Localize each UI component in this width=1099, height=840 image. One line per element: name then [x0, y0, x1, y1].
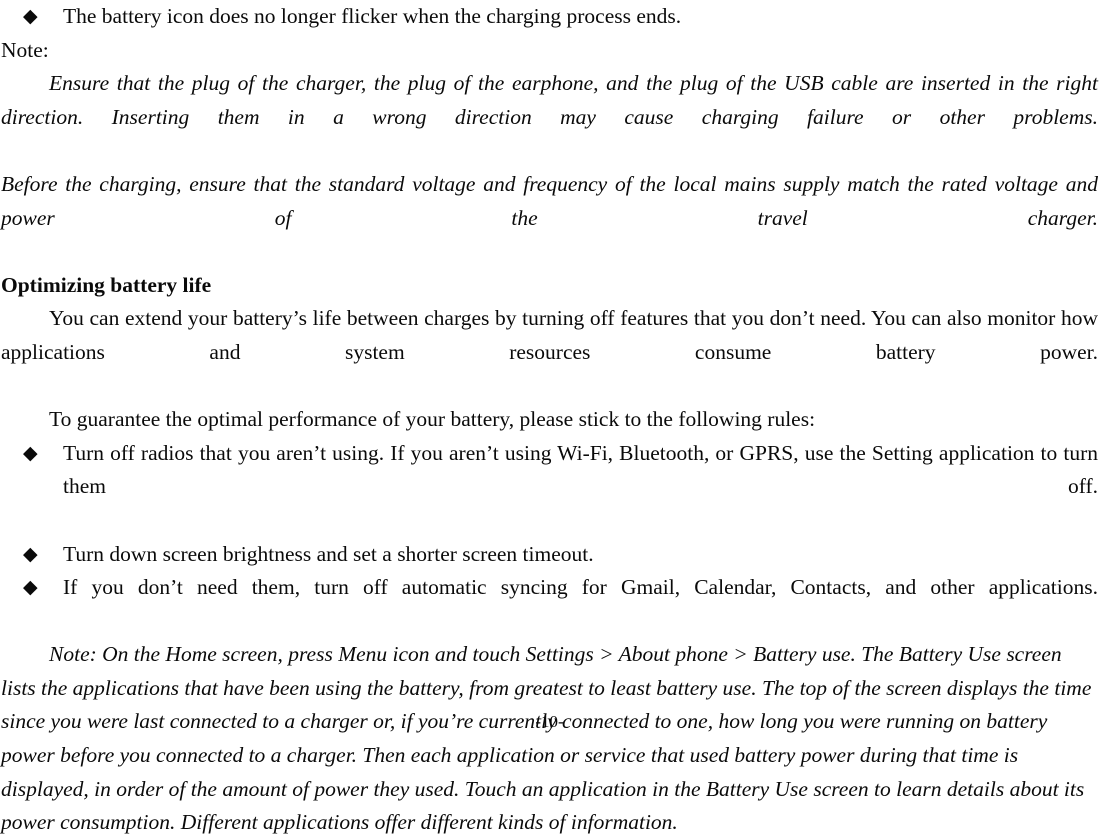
page-title: Optimizing battery life	[1, 272, 212, 297]
note-paragraph-2: Before the charging, ensure that the sta…	[1, 171, 1098, 230]
list-item: ◆ Turn down screen brightness and set a …	[1, 538, 1098, 572]
list-item-text: The battery icon does no longer flicker …	[63, 4, 682, 28]
manual-page: ◆ The battery icon does no longer flicke…	[0, 0, 1099, 834]
diamond-bullet-icon: ◆	[23, 576, 38, 599]
diamond-bullet-icon: ◆	[23, 542, 38, 565]
list-item-text: Turn off radios that you aren’t using. I…	[63, 440, 1098, 499]
diamond-bullet-icon: ◆	[23, 5, 38, 27]
list-item: ◆ The battery icon does no longer flicke…	[1, 0, 1098, 34]
body-paragraph-2: To guarantee the optimal performance of …	[49, 407, 816, 432]
body-paragraph-1: You can extend your battery’s life betwe…	[1, 306, 1098, 364]
battery-rules-list: ◆ Turn off radios that you aren’t using.…	[1, 437, 1098, 639]
note-paragraph-1: Ensure that the plug of the charger, the…	[1, 71, 1098, 129]
page-number: -10-	[535, 712, 564, 731]
list-item: ◆ Turn off radios that you aren’t using.…	[1, 437, 1098, 538]
diamond-bullet-icon: ◆	[23, 441, 38, 464]
list-item-text: If you don’t need them, turn off automat…	[63, 575, 1098, 600]
list-item: ◆ If you don’t need them, turn off autom…	[1, 571, 1098, 638]
top-bullet-list: ◆ The battery icon does no longer flicke…	[1, 0, 1098, 34]
list-item-text: Turn down screen brightness and set a sh…	[63, 541, 594, 566]
note-label: Note:	[1, 37, 49, 62]
closing-note-paragraph: Note: On the Home screen, press Menu ico…	[1, 642, 1092, 835]
